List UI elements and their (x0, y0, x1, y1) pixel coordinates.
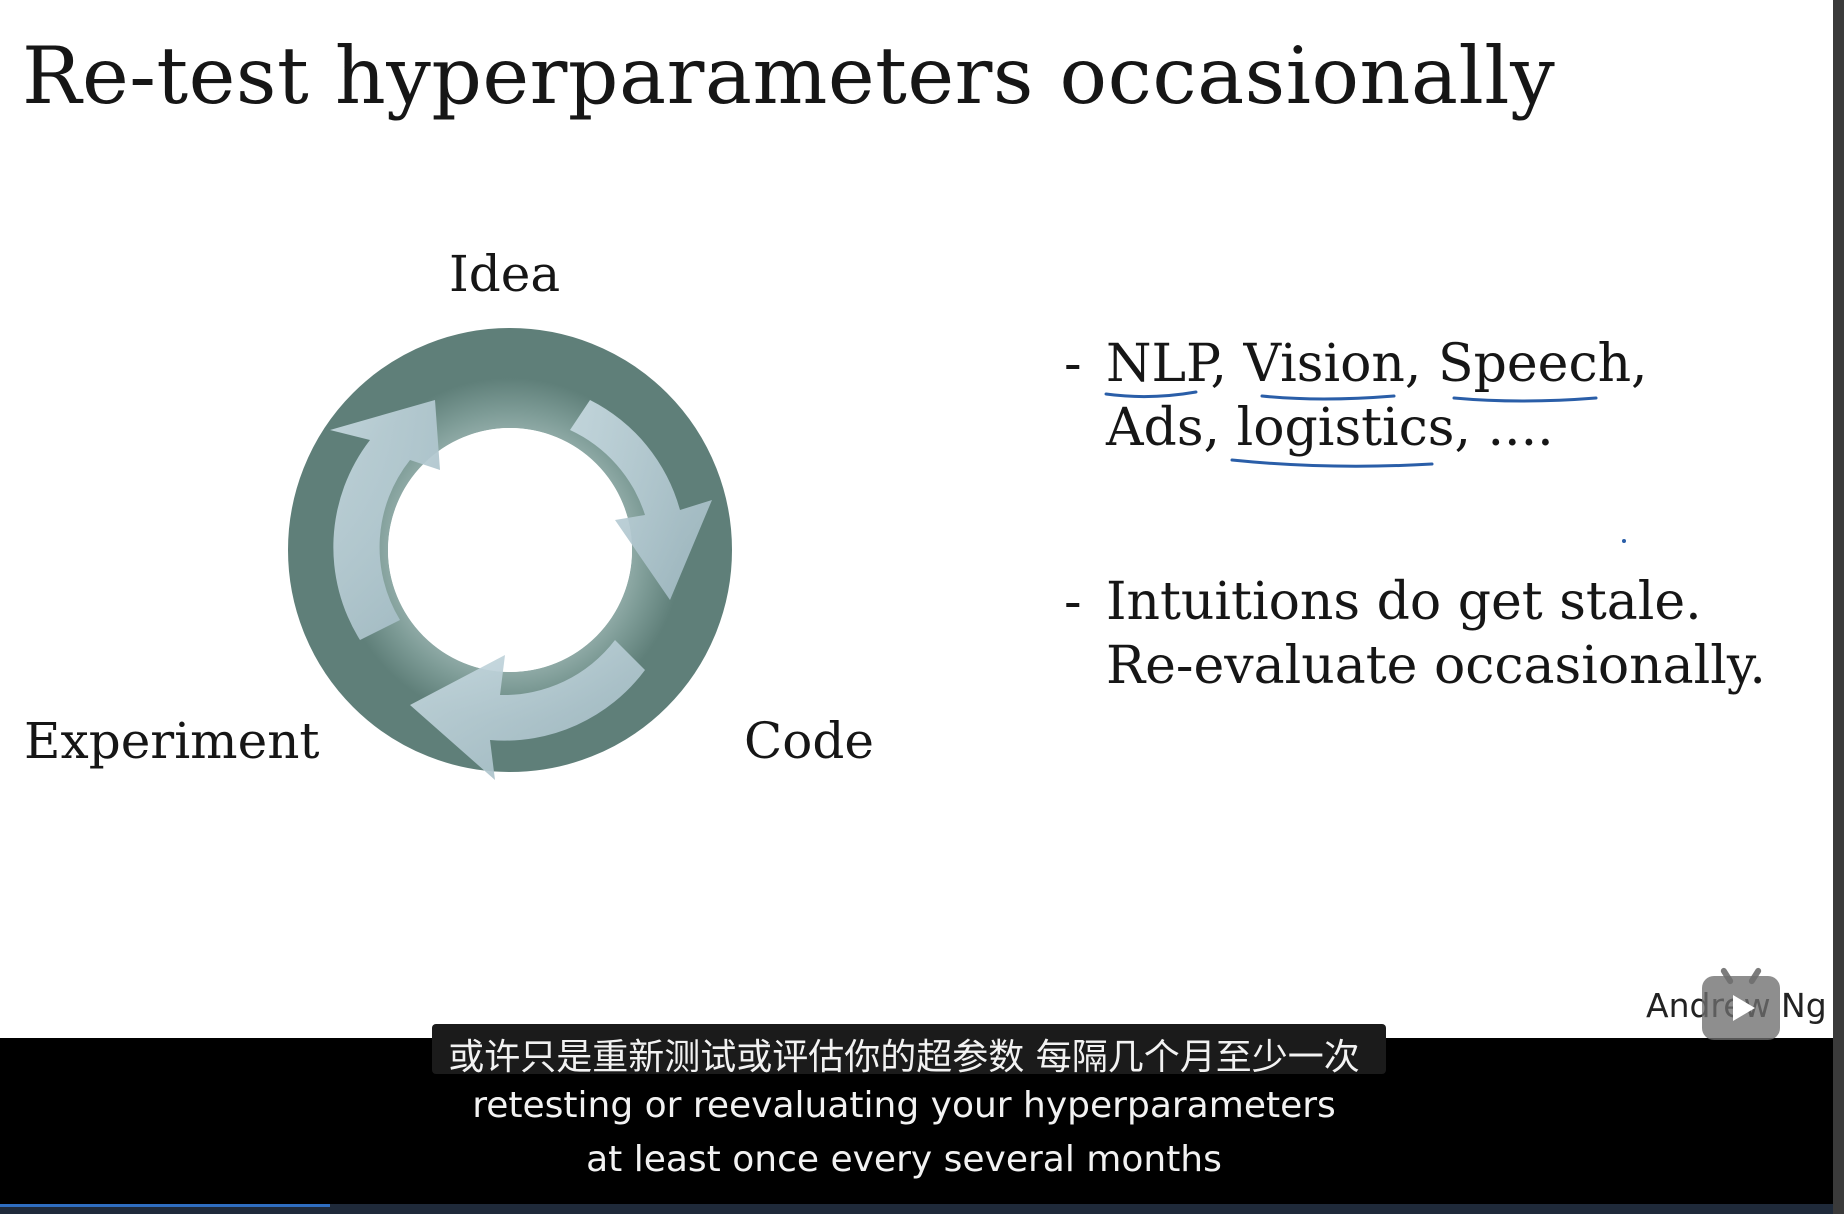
slide-title: Re-test hyperparameters occasionally (22, 30, 1556, 122)
cycle-diagram (288, 328, 732, 780)
ink-underline-logistics (1230, 458, 1434, 468)
play-icon (1733, 995, 1755, 1021)
subtitle-english-line-2: at least once every several months (586, 1139, 1222, 1180)
bullet-dash: - (1064, 334, 1082, 394)
subtitle-english-line-1: retesting or reevaluating your hyperpara… (472, 1085, 1336, 1126)
ink-dot (1622, 539, 1626, 543)
video-progress-bar[interactable] (0, 1204, 1833, 1214)
bullet-intuitions-line-2: Re-evaluate occasionally. (1106, 636, 1766, 696)
bullet-dash: - (1064, 572, 1082, 632)
bullet-intuitions-line-1: Intuitions do get stale. (1106, 572, 1702, 632)
window-edge (1833, 0, 1844, 1214)
lecture-slide: Re-test hyperparameters occasionally Ide… (0, 0, 1833, 1040)
bullet-domains-line-1: NLP, Vision, Speech, (1106, 334, 1648, 394)
play-button[interactable] (1702, 966, 1780, 1040)
bullet-domains-line-2: Ads, logistics, .... (1106, 398, 1554, 458)
video-progress-fill (0, 1204, 330, 1207)
cycle-label-idea: Idea (449, 245, 561, 303)
subtitle-chinese: 或许只是重新测试或评估你的超参数 每隔几个月至少一次 (448, 1037, 1360, 1078)
